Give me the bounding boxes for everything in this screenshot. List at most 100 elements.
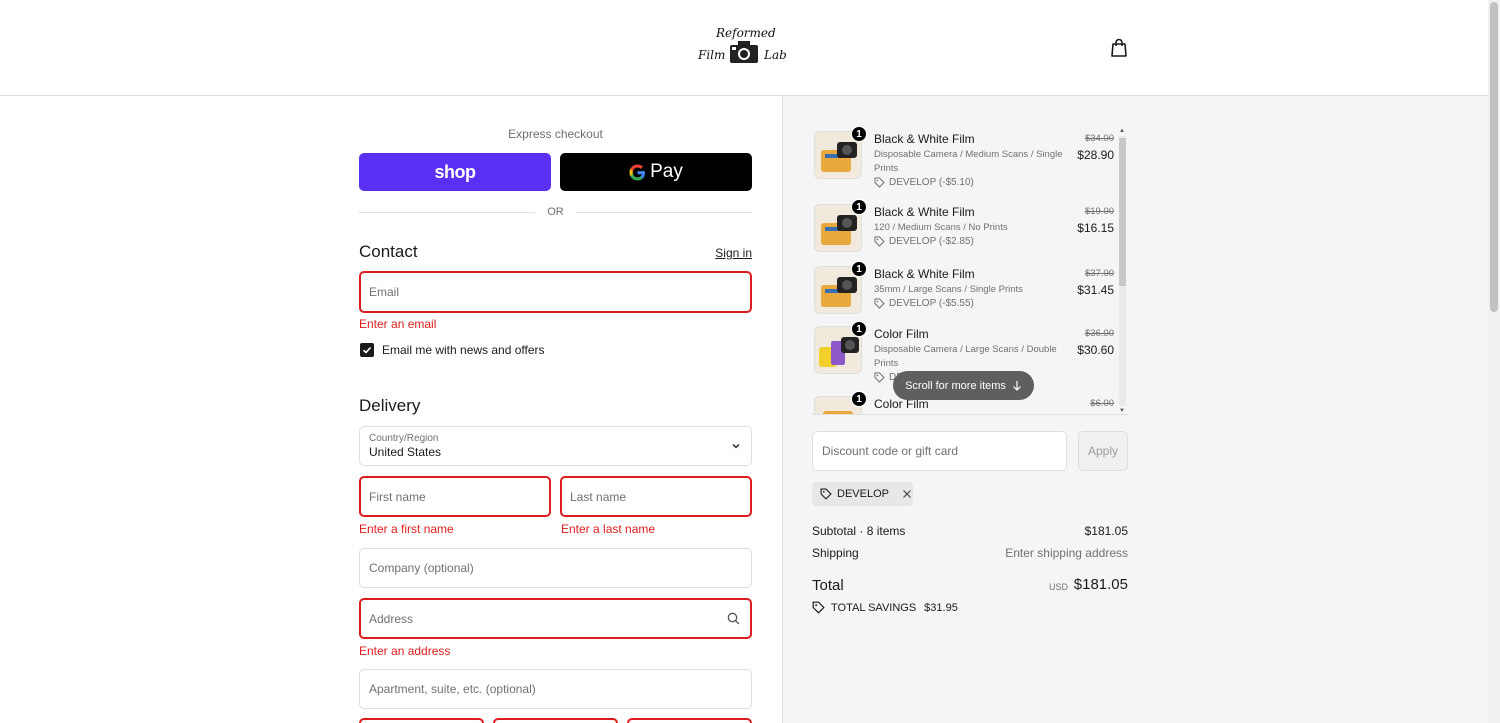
applied-discount-code: DEVELOP — [837, 488, 889, 500]
total-savings-row: TOTAL SAVINGS $31.95 — [812, 601, 958, 614]
subtotal-value: $181.05 — [1084, 524, 1128, 538]
first-name-error: Enter a first name — [359, 522, 454, 536]
country-label: Country/Region — [369, 433, 439, 444]
total-savings-value: $31.95 — [924, 601, 958, 614]
applied-discount-chip: DEVELOP — [812, 482, 913, 506]
tag-icon — [820, 488, 832, 500]
cart-items-scroll-thumb[interactable] — [1119, 138, 1126, 286]
address-placeholder: Address — [369, 611, 414, 626]
logo-text-lab: Lab — [764, 48, 787, 62]
contact-title: Contact — [359, 242, 418, 261]
close-icon[interactable] — [902, 489, 912, 499]
scroll-for-more-button[interactable]: Scroll for more items — [893, 371, 1034, 400]
item-quantity-badge: 1 — [851, 199, 867, 215]
address-error: Enter an address — [359, 644, 451, 658]
discount-code-input[interactable]: Discount code or gift card — [812, 431, 1067, 471]
camera-icon — [730, 41, 758, 63]
item-quantity-badge: 1 — [851, 127, 867, 142]
item-variant: 120 / Medium Scans / No Prints — [874, 222, 1008, 233]
zip-input[interactable] — [627, 718, 752, 723]
tag-icon — [874, 236, 885, 247]
cart-items-scrollbar[interactable]: ▲ ▼ — [1117, 128, 1127, 414]
item-name: Black & White Film — [874, 205, 975, 219]
header: Reformed Film Lab — [0, 0, 1488, 96]
item-discount-text: DEVELOP (-$2.85) — [889, 236, 974, 247]
item-original-price: $34.00 — [1084, 133, 1114, 144]
newsletter-checkbox[interactable] — [360, 343, 374, 357]
item-name: Color Film — [874, 327, 929, 341]
tag-icon — [812, 601, 825, 614]
shipping-value: Enter shipping address — [1005, 546, 1128, 560]
item-variant: Disposable Camera / Medium Scans / Singl… — [874, 149, 1063, 174]
company-input[interactable]: Company (optional) — [359, 548, 752, 588]
item-variant: 35mm / Large Scans / Single Prints — [874, 284, 1023, 295]
apartment-input[interactable]: Apartment, suite, etc. (optional) — [359, 669, 752, 709]
scroll-down-arrow-icon[interactable]: ▼ — [1119, 408, 1125, 414]
search-icon[interactable] — [727, 612, 740, 625]
store-logo[interactable]: Reformed Film Lab — [694, 22, 790, 70]
email-placeholder: Email — [369, 285, 400, 299]
shop-pay-label: shop — [434, 161, 477, 182]
first-name-placeholder: First name — [369, 489, 426, 504]
scroll-for-more-label: Scroll for more items — [905, 379, 1006, 392]
city-input[interactable] — [359, 718, 484, 723]
discount-code-placeholder: Discount code or gift card — [822, 444, 959, 458]
shipping-row: Shipping Enter shipping address — [812, 546, 1128, 560]
cart-item: 1 Black & White Film Disposable Camera /… — [812, 127, 1116, 197]
state-input[interactable] — [493, 718, 618, 723]
item-quantity-badge: 1 — [851, 321, 867, 337]
logo-text-reformed: Reformed — [716, 26, 776, 40]
total-value: $181.05 — [1073, 576, 1128, 593]
email-error: Enter an email — [359, 317, 437, 331]
cart-item: 1 Black & White Film 35mm / Large Scans … — [812, 261, 1116, 322]
checkmark-icon — [362, 346, 372, 354]
page-scrollbar-thumb[interactable] — [1490, 2, 1498, 312]
apartment-placeholder: Apartment, suite, etc. (optional) — [369, 682, 536, 696]
sign-in-link[interactable]: Sign in — [700, 246, 752, 260]
logo-text-film: Film — [698, 48, 726, 62]
item-price: $16.15 — [1077, 221, 1114, 235]
item-name: Black & White Film — [874, 132, 975, 146]
page-scrollbar[interactable] — [1488, 0, 1500, 723]
item-original-price: $6.00 — [1090, 398, 1114, 409]
last-name-placeholder: Last name — [570, 489, 627, 504]
shopping-bag-icon[interactable] — [1110, 38, 1128, 58]
or-divider: OR — [359, 205, 752, 219]
google-g-icon — [629, 163, 646, 181]
item-quantity-badge: 1 — [851, 391, 867, 407]
shop-pay-button[interactable]: shop — [359, 153, 551, 191]
item-variant: Disposable Camera / Large Scans / Double… — [874, 344, 1057, 369]
email-input[interactable]: Email — [359, 271, 752, 313]
tag-icon — [874, 372, 885, 383]
item-quantity-badge: 1 — [851, 261, 867, 277]
item-original-price: $19.00 — [1084, 206, 1114, 217]
cart-item: 1 Black & White Film 120 / Medium Scans … — [812, 199, 1116, 260]
total-row: Total USD $181.05 — [812, 576, 1128, 596]
item-name: Black & White Film — [874, 267, 975, 281]
total-currency: USD — [1048, 582, 1068, 592]
first-name-input[interactable]: First name — [359, 476, 551, 517]
item-original-price: $36.00 — [1084, 328, 1114, 339]
google-pay-button[interactable]: Pay — [560, 153, 752, 191]
address-input[interactable]: Address — [359, 598, 752, 639]
item-discount: DEVELOP (-$5.10) — [874, 177, 974, 188]
newsletter-label: Email me with news and offers — [382, 343, 545, 357]
country-select[interactable]: Country/Region United States — [359, 426, 752, 466]
scroll-up-arrow-icon[interactable]: ▲ — [1119, 128, 1125, 134]
last-name-input[interactable]: Last name — [560, 476, 752, 517]
item-discount: DEVELOP (-$5.55) — [874, 298, 974, 309]
newsletter-checkbox-row[interactable]: Email me with news and offers — [360, 343, 545, 357]
subtotal-label: Subtotal · 8 items — [812, 524, 906, 538]
tag-icon — [874, 177, 885, 188]
item-price: $30.60 — [1077, 343, 1114, 357]
subtotal-row: Subtotal · 8 items $181.05 — [812, 524, 1128, 538]
shipping-label: Shipping — [812, 546, 859, 560]
chevron-down-icon — [732, 444, 740, 449]
arrow-down-icon — [1012, 381, 1021, 391]
google-pay-label: Pay — [650, 161, 683, 182]
apply-discount-label: Apply — [1087, 444, 1119, 458]
item-discount-text: DEVELOP (-$5.55) — [889, 298, 974, 309]
item-price: $28.90 — [1077, 148, 1114, 162]
item-discount-text: DEVELOP (-$5.10) — [889, 177, 974, 188]
apply-discount-button[interactable]: Apply — [1078, 431, 1128, 471]
